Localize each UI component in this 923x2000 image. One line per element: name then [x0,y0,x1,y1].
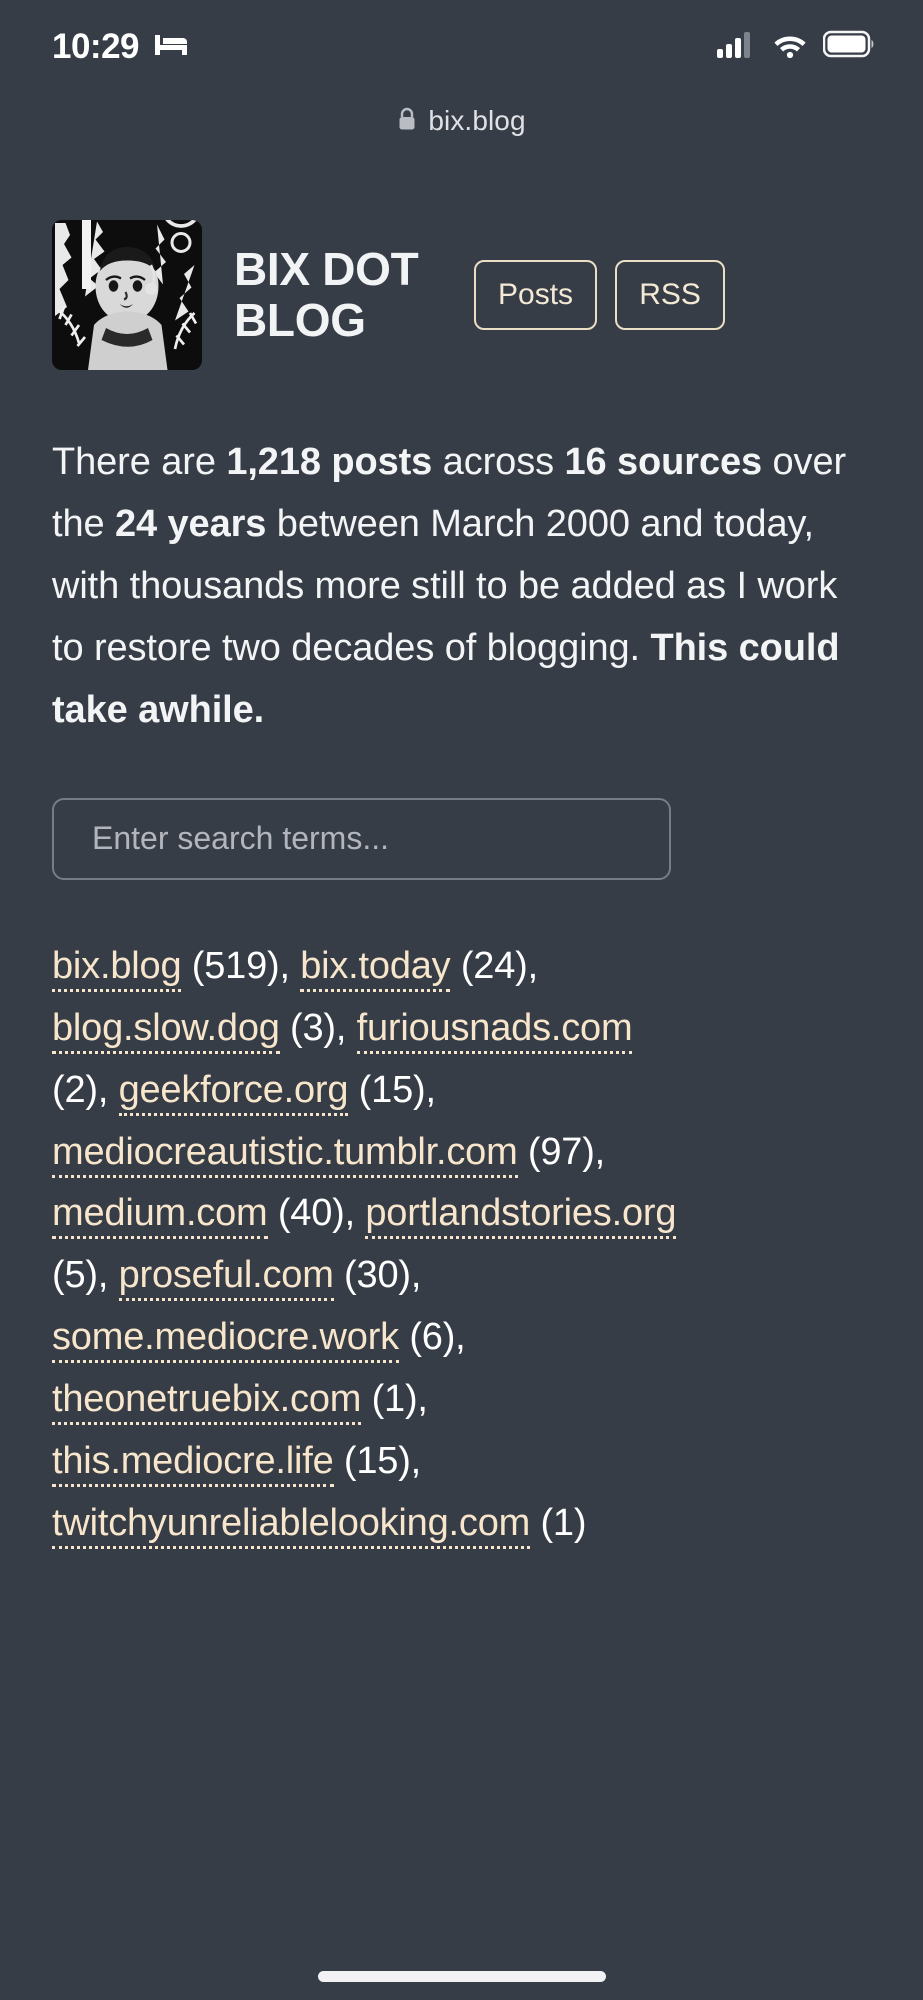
source-post-count: (1), [361,1378,428,1421]
source-post-count: (15), [348,1068,436,1111]
status-bar-left: 10:29 [52,29,189,64]
sources-list: bix.blog (519), bix.today (24), blog.slo… [52,936,692,1555]
source-link[interactable]: bix.today [300,944,451,992]
source-post-count: (24), [450,944,538,987]
source-post-count: (519), [181,944,301,987]
intro-text-2: across [432,441,565,483]
search-input[interactable] [52,797,671,880]
site-title: BIX DOT BLOG [234,243,419,346]
intro-sources-count: 16 sources [564,441,763,483]
intro-posts-count: 1,218 posts [226,441,433,483]
intro-years-count: 24 years [114,502,267,545]
source-post-count: (40), [267,1192,366,1235]
source-link[interactable]: this.mediocre.life [52,1440,334,1488]
source-link[interactable]: theonetruebix.com [52,1378,361,1426]
source-post-count: (3), [279,1006,357,1049]
source-link[interactable]: proseful.com [118,1254,334,1302]
wifi-icon [771,30,809,63]
site-header: BIX DOT BLOG Posts RSS [0,220,923,370]
browser-url-bar[interactable]: bix.blog [0,92,923,150]
site-logo[interactable] [52,220,202,370]
source-post-count: (6), [398,1316,466,1359]
status-bar-clock: 10:29 [52,26,140,66]
home-indicator [317,1971,606,1982]
battery-icon [822,30,875,63]
source-post-count: (1) [530,1502,587,1545]
source-link[interactable]: portlandstories.org [365,1192,676,1240]
source-post-count: (30), [333,1254,422,1297]
url-text: bix.blog [428,105,526,136]
source-post-count: (5), [52,1254,119,1297]
source-link[interactable]: medium.com [52,1192,268,1240]
page-content: BIX DOT BLOG Posts RSS There are 1,218 p… [0,150,923,1555]
search-section [52,797,871,880]
bed-icon [153,31,189,62]
status-bar-right [717,30,875,63]
intro-text-1: There are [52,441,227,483]
header-nav: Posts RSS [474,260,726,330]
source-post-count: (97), [517,1130,606,1173]
cellular-signal-icon [717,30,757,63]
intro-paragraph: There are 1,218 posts across 16 sources … [52,432,871,742]
source-link[interactable]: geekforce.org [118,1068,349,1116]
source-link[interactable]: blog.slow.dog [52,1006,280,1054]
lock-icon [397,106,417,137]
logo-artwork [52,220,202,370]
source-post-count: (15), [333,1440,422,1483]
status-bar: 10:29 [0,0,923,92]
rss-button[interactable]: RSS [615,260,726,330]
source-link[interactable]: mediocreautistic.tumblr.com [52,1130,518,1178]
source-post-count: (2), [52,1068,119,1111]
posts-button[interactable]: Posts [474,260,598,330]
source-link[interactable]: some.mediocre.work [52,1316,399,1364]
source-link[interactable]: furiousnads.com [356,1006,633,1054]
source-link[interactable]: bix.blog [52,944,182,992]
source-link[interactable]: twitchyunreliablelooking.com [52,1502,530,1550]
